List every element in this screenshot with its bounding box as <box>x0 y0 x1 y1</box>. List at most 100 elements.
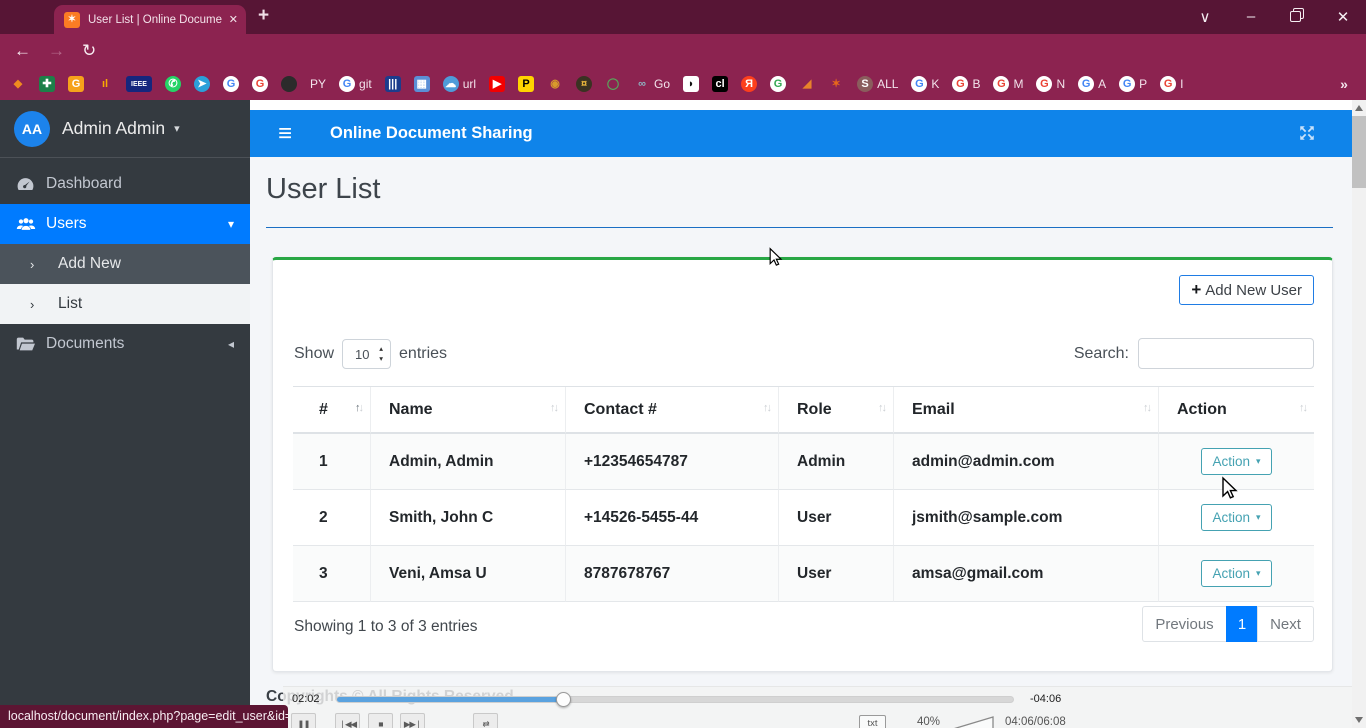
sidebar-item-dashboard[interactable]: Dashboard <box>0 164 250 204</box>
forward-icon[interactable]: → <box>48 41 65 61</box>
bookmark-cloud-url[interactable]: ☁url <box>443 76 476 92</box>
tab-search-chevron-icon[interactable]: ∨ <box>1190 8 1220 26</box>
sidebar-item-list[interactable]: › List <box>0 284 250 324</box>
status-bar-link-preview: localhost/document/index.php?page=edit_u… <box>0 705 288 728</box>
sidebar-item-label: Documents <box>46 335 124 353</box>
bookmark-matlab[interactable]: ◢ <box>799 76 815 92</box>
bookmark-google-m[interactable]: GM <box>993 76 1023 92</box>
bookmark-youtube[interactable]: ▶ <box>489 76 505 92</box>
bookmark-ieee[interactable]: IEEE <box>126 76 152 92</box>
bookmark-google-2[interactable]: G <box>252 76 268 92</box>
app-brand[interactable]: Online Document Sharing <box>330 124 533 143</box>
bookmark-godaddy[interactable]: ∞Go <box>634 76 670 92</box>
column-header-role[interactable]: Role↑↓ <box>778 387 893 434</box>
sidebar-item-users[interactable]: Users ▾ <box>0 204 250 244</box>
player-swap-button[interactable]: ⇄ <box>473 713 498 728</box>
row-action-button[interactable]: Action▾ <box>1201 448 1271 475</box>
sidebar-item-documents[interactable]: Documents ◂ <box>0 324 250 364</box>
menu-toggle-icon[interactable]: ≡ <box>278 120 292 148</box>
page-size-select[interactable]: 10 ▴▾ <box>342 339 391 369</box>
bookmark-star-orange[interactable]: ✶ <box>828 76 844 92</box>
bookmark-barcode[interactable]: ||| <box>385 76 401 92</box>
player-subtitle-button[interactable]: txt <box>859 715 886 728</box>
bookmark-yandex[interactable]: Я <box>741 76 757 92</box>
new-tab-button[interactable]: + <box>258 5 269 27</box>
sidebar-item-add-new[interactable]: › Add New <box>0 244 250 284</box>
tab-close-icon[interactable]: ✕ <box>229 13 238 26</box>
search-input[interactable] <box>1138 338 1314 369</box>
bookmark-calendar[interactable]: ▦ <box>414 76 430 92</box>
row-action-button[interactable]: Action▾ <box>1201 560 1271 587</box>
player-next-button[interactable]: ▶▶❘ <box>400 713 425 728</box>
row-action-button[interactable]: Action▾ <box>1201 504 1271 531</box>
pagination-page-1[interactable]: 1 <box>1226 606 1258 642</box>
bookmark-overflow[interactable]: » <box>1336 76 1352 92</box>
browser-tab[interactable]: ✶ User List | Online Document Shar ✕ <box>54 5 246 34</box>
column-header-name[interactable]: Name↑↓ <box>370 387 565 434</box>
bookmark-label: A <box>1098 77 1106 91</box>
bookmark-label: Go <box>654 77 670 91</box>
column-header-contact[interactable]: Contact #↑↓ <box>565 387 778 434</box>
users-table: #↑↓ Name↑↓ Contact #↑↓ Role↑↓ Email↑↓ Ac… <box>293 386 1314 602</box>
google-p-icon: G <box>1119 76 1135 92</box>
back-icon[interactable]: ← <box>14 41 31 61</box>
green-ring-icon: ◯ <box>605 76 621 92</box>
sidebar-user-panel[interactable]: AA Admin Admin ▾ <box>0 100 250 158</box>
bookmark-film-camera[interactable]: ◉ <box>547 76 563 92</box>
bookmark-green-ring[interactable]: ◯ <box>605 76 621 92</box>
pagination-previous[interactable]: Previous <box>1142 606 1227 642</box>
column-header-num[interactable]: #↑↓ <box>293 387 370 434</box>
scrollbar[interactable] <box>1352 100 1366 728</box>
user-avatar: AA <box>14 111 50 147</box>
column-header-email[interactable]: Email↑↓ <box>893 387 1158 434</box>
column-header-action[interactable]: Action↑↓ <box>1158 387 1314 434</box>
player-seek-thumb[interactable] <box>556 692 571 707</box>
bookmark-google-k[interactable]: GK <box>911 76 939 92</box>
bookmark-cart-dark[interactable]: ¤ <box>576 76 592 92</box>
bookmark-label: ALL <box>877 77 898 91</box>
window-close-button[interactable]: ✕ <box>1328 8 1358 26</box>
chevron-down-icon: ▾ <box>228 217 234 231</box>
fullscreen-icon[interactable] <box>1298 124 1316 147</box>
scrollbar-down-icon[interactable] <box>1355 717 1363 723</box>
reload-icon[interactable]: ↻ <box>82 41 96 61</box>
bookmark-p-yellow[interactable]: P <box>518 76 534 92</box>
bookmark-python[interactable]: PY <box>310 77 326 91</box>
search-control: Search: <box>1074 338 1314 369</box>
bookmark-sheets-cross[interactable]: ✚ <box>39 76 55 92</box>
player-stop-button[interactable]: ■ <box>368 713 393 728</box>
sort-icon: ↑↓ <box>878 402 885 414</box>
bookmark-google-3[interactable]: G <box>770 76 786 92</box>
show-label: Show <box>294 345 334 363</box>
bookmark-whatsapp[interactable]: ✆ <box>165 76 181 92</box>
scrollbar-up-icon[interactable] <box>1355 105 1363 111</box>
bookmark-globe-all[interactable]: SALL <box>857 76 898 92</box>
bookmark-github[interactable] <box>281 76 297 92</box>
scrollbar-thumb[interactable] <box>1352 116 1366 188</box>
bookmark-telegram[interactable]: ➤ <box>194 76 210 92</box>
calendar-icon: ▦ <box>414 76 430 92</box>
sidebar-item-label: Users <box>46 215 86 233</box>
table-header-row: #↑↓ Name↑↓ Contact #↑↓ Role↑↓ Email↑↓ Ac… <box>293 387 1314 434</box>
bookmark-eagle[interactable]: ◗ <box>683 76 699 92</box>
window-minimize-button[interactable]: – <box>1236 8 1266 25</box>
bookmark-analytics[interactable]: ıl <box>97 76 113 92</box>
bookmark-google-b[interactable]: GB <box>952 76 980 92</box>
bookmark-cl-black[interactable]: cl <box>712 76 728 92</box>
bookmark-google-a[interactable]: GA <box>1078 76 1106 92</box>
bookmark-google-1[interactable]: G <box>223 76 239 92</box>
bookmark-orange-g[interactable]: G <box>68 76 84 92</box>
player-seek-bar[interactable] <box>336 696 1014 703</box>
bookmark-google-p[interactable]: GP <box>1119 76 1147 92</box>
bookmark-google-n[interactable]: GN <box>1036 76 1065 92</box>
bookmark-google-git[interactable]: Ggit <box>339 76 372 92</box>
cell-contact: +12354654787 <box>565 434 778 490</box>
player-previous-button[interactable]: ❘◀◀ <box>335 713 360 728</box>
volume-wedge-icon[interactable] <box>952 716 994 728</box>
pagination-next[interactable]: Next <box>1257 606 1314 642</box>
bookmark-gem[interactable]: ◆ <box>10 76 26 92</box>
bookmark-google-i[interactable]: GI <box>1160 76 1183 92</box>
add-new-user-button[interactable]: + Add New User <box>1179 275 1314 305</box>
github-icon <box>281 76 297 92</box>
player-pause-button[interactable]: ❚❚ <box>291 713 316 728</box>
